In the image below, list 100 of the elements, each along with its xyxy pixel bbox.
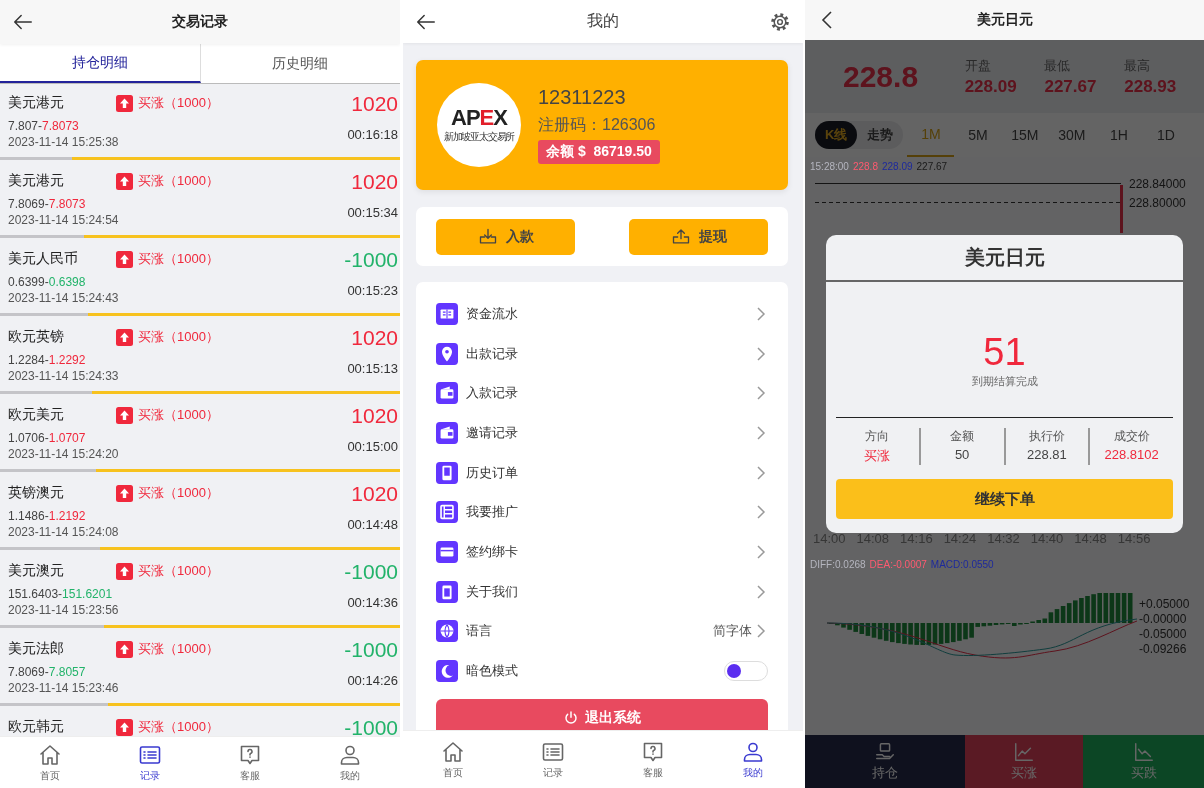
toggle-switch[interactable] <box>724 661 768 682</box>
dialog-title: 美元日元 <box>826 235 1183 282</box>
page-title: 美元日元 <box>976 11 1033 29</box>
trade-direction: 买涨（1000） <box>138 172 219 190</box>
document-icon <box>436 501 458 524</box>
nav-tab[interactable]: 首页 <box>403 731 503 788</box>
menu-item[interactable]: 邀请记录 <box>436 413 768 453</box>
open-time: 2023-11-14 15:25:38 <box>8 134 120 150</box>
balance-badge: 余额 $ 86719.50 <box>538 140 660 164</box>
chart-down-icon <box>1132 741 1155 763</box>
chevron-right-icon <box>754 423 768 442</box>
indicator-value: DIFF:0.0268 <box>810 558 866 570</box>
settlement-message: 到期结算完成 <box>971 374 1038 389</box>
page-title: 交易记录 <box>172 13 228 31</box>
indicator-value: DEA:-0.0007 <box>869 558 927 570</box>
menu-item[interactable]: 语言 简字体 <box>436 611 768 652</box>
menu-item[interactable]: 出款记录 <box>436 333 768 374</box>
menu-item[interactable]: 我要推广 <box>436 492 768 533</box>
price-axis-label: 228.84000 <box>1129 176 1186 193</box>
settings-icon[interactable] <box>769 10 791 33</box>
stat-value: 228.93 <box>1124 76 1178 97</box>
pair-name: 欧元韩元 <box>8 718 65 736</box>
nav-tab[interactable]: 客服 <box>200 737 300 788</box>
chevron-right-icon <box>754 463 768 482</box>
price-axis-label: 228.80000 <box>1129 195 1186 212</box>
countdown-timer: 00:14:36 <box>347 595 398 610</box>
trade-direction: 买涨（1000） <box>138 484 219 502</box>
candlestick <box>1120 185 1123 233</box>
detail-label: 执行价 <box>1027 428 1066 445</box>
price-range: 7.8069-7.8057 <box>8 664 87 680</box>
indicator-axis-label: -0.09266 <box>1139 642 1188 657</box>
trade-direction: 买涨（1000） <box>138 250 219 268</box>
tray-download-icon <box>477 226 498 247</box>
price-range: 7.807-7.8073 <box>8 118 80 134</box>
pair-name: 欧元美元 <box>8 406 65 424</box>
chevron-right-icon <box>754 582 768 601</box>
open-time: 2023-11-14 15:23:46 <box>8 680 120 696</box>
nav-tab[interactable]: 记录 <box>100 737 200 788</box>
nav-tab[interactable]: 我的 <box>703 731 803 788</box>
logout-button[interactable]: 退出系统 <box>436 698 768 730</box>
tab[interactable]: 持仓明细 <box>0 44 201 83</box>
chart-up-icon <box>1013 741 1035 763</box>
positions-button[interactable]: 持仓 <box>805 735 965 788</box>
nav-tab[interactable]: 我的 <box>300 737 400 788</box>
profit-amount: 1020 <box>351 405 398 426</box>
trade-direction: 买涨（1000） <box>138 406 219 424</box>
pair-name: 美元法郎 <box>8 640 65 658</box>
pair-name: 美元港元 <box>8 94 65 112</box>
menu-item[interactable]: 资金流水 <box>436 294 768 334</box>
stat-value: 227.67 <box>1044 76 1098 97</box>
chevron-right-icon <box>754 304 768 323</box>
continue-order-button[interactable]: 继续下单 <box>836 479 1173 519</box>
nav-tab[interactable]: 记录 <box>503 731 603 788</box>
profit-amount: -1000 <box>344 717 398 736</box>
price-range: 7.8069-7.8073 <box>8 196 87 212</box>
pair-name: 欧元英镑 <box>8 328 65 346</box>
detail-value: 228.81 <box>1026 447 1068 462</box>
nav-tab[interactable]: 首页 <box>0 737 100 788</box>
countdown-timer: 00:15:34 <box>347 205 398 220</box>
detail-label: 金额 <box>949 428 976 445</box>
nav-tab[interactable]: 客服 <box>603 731 703 788</box>
open-time: 2023-11-14 15:24:43 <box>8 290 120 306</box>
withdraw-button[interactable]: 提现 <box>629 218 768 255</box>
profit-amount: 1020 <box>351 93 398 114</box>
globe-icon <box>436 620 458 643</box>
legend-value: 228.8 <box>852 160 878 172</box>
indicator-value: MACD:0.0550 <box>930 558 994 570</box>
menu-item[interactable]: 入款记录 <box>436 373 768 414</box>
price-range: 151.6403-151.6201 <box>8 586 114 602</box>
tray-upload-icon <box>670 226 691 247</box>
countdown-timer: 00:15:13 <box>347 361 398 376</box>
price-range: 1.0706-1.0707 <box>8 430 87 446</box>
profit-amount: 1020 <box>351 483 398 504</box>
detail-value: 买涨 <box>863 447 892 465</box>
countdown-timer: 00:15:00 <box>347 439 398 454</box>
payout-amount: 51 <box>983 332 1026 372</box>
page-title: 我的 <box>587 11 619 31</box>
indicator-axis-label: -0.00000 <box>1139 612 1188 627</box>
trade-direction: 买涨（1000） <box>138 718 219 736</box>
tab[interactable]: 历史明细 <box>200 44 400 83</box>
stat-value: 228.09 <box>964 76 1018 97</box>
countdown-timer: 00:16:18 <box>347 127 398 142</box>
pair-name: 英镑澳元 <box>8 484 65 502</box>
register-code: 注册码：126306 <box>538 115 656 135</box>
open-time: 2023-11-14 15:24:33 <box>8 368 120 384</box>
trade-direction: 买涨（1000） <box>138 562 219 580</box>
pair-name: 美元人民币 <box>8 250 79 268</box>
home-icon <box>441 739 465 764</box>
location-pin-icon <box>436 342 458 365</box>
countdown-timer: 00:14:48 <box>347 517 398 532</box>
price-range: 1.2284-1.2292 <box>8 352 87 368</box>
power-icon <box>563 709 579 726</box>
menu-item[interactable]: 历史订单 <box>436 452 768 493</box>
trade-direction: 买涨（1000） <box>138 94 219 112</box>
chevron-right-icon <box>754 542 768 561</box>
profit-amount: 1020 <box>351 327 398 348</box>
menu-item[interactable]: 关于我们 <box>436 571 768 612</box>
deposit-button[interactable]: 入款 <box>436 218 575 255</box>
detail-value: 228.8102 <box>1103 447 1160 462</box>
menu-item[interactable]: 签约绑卡 <box>436 532 768 572</box>
